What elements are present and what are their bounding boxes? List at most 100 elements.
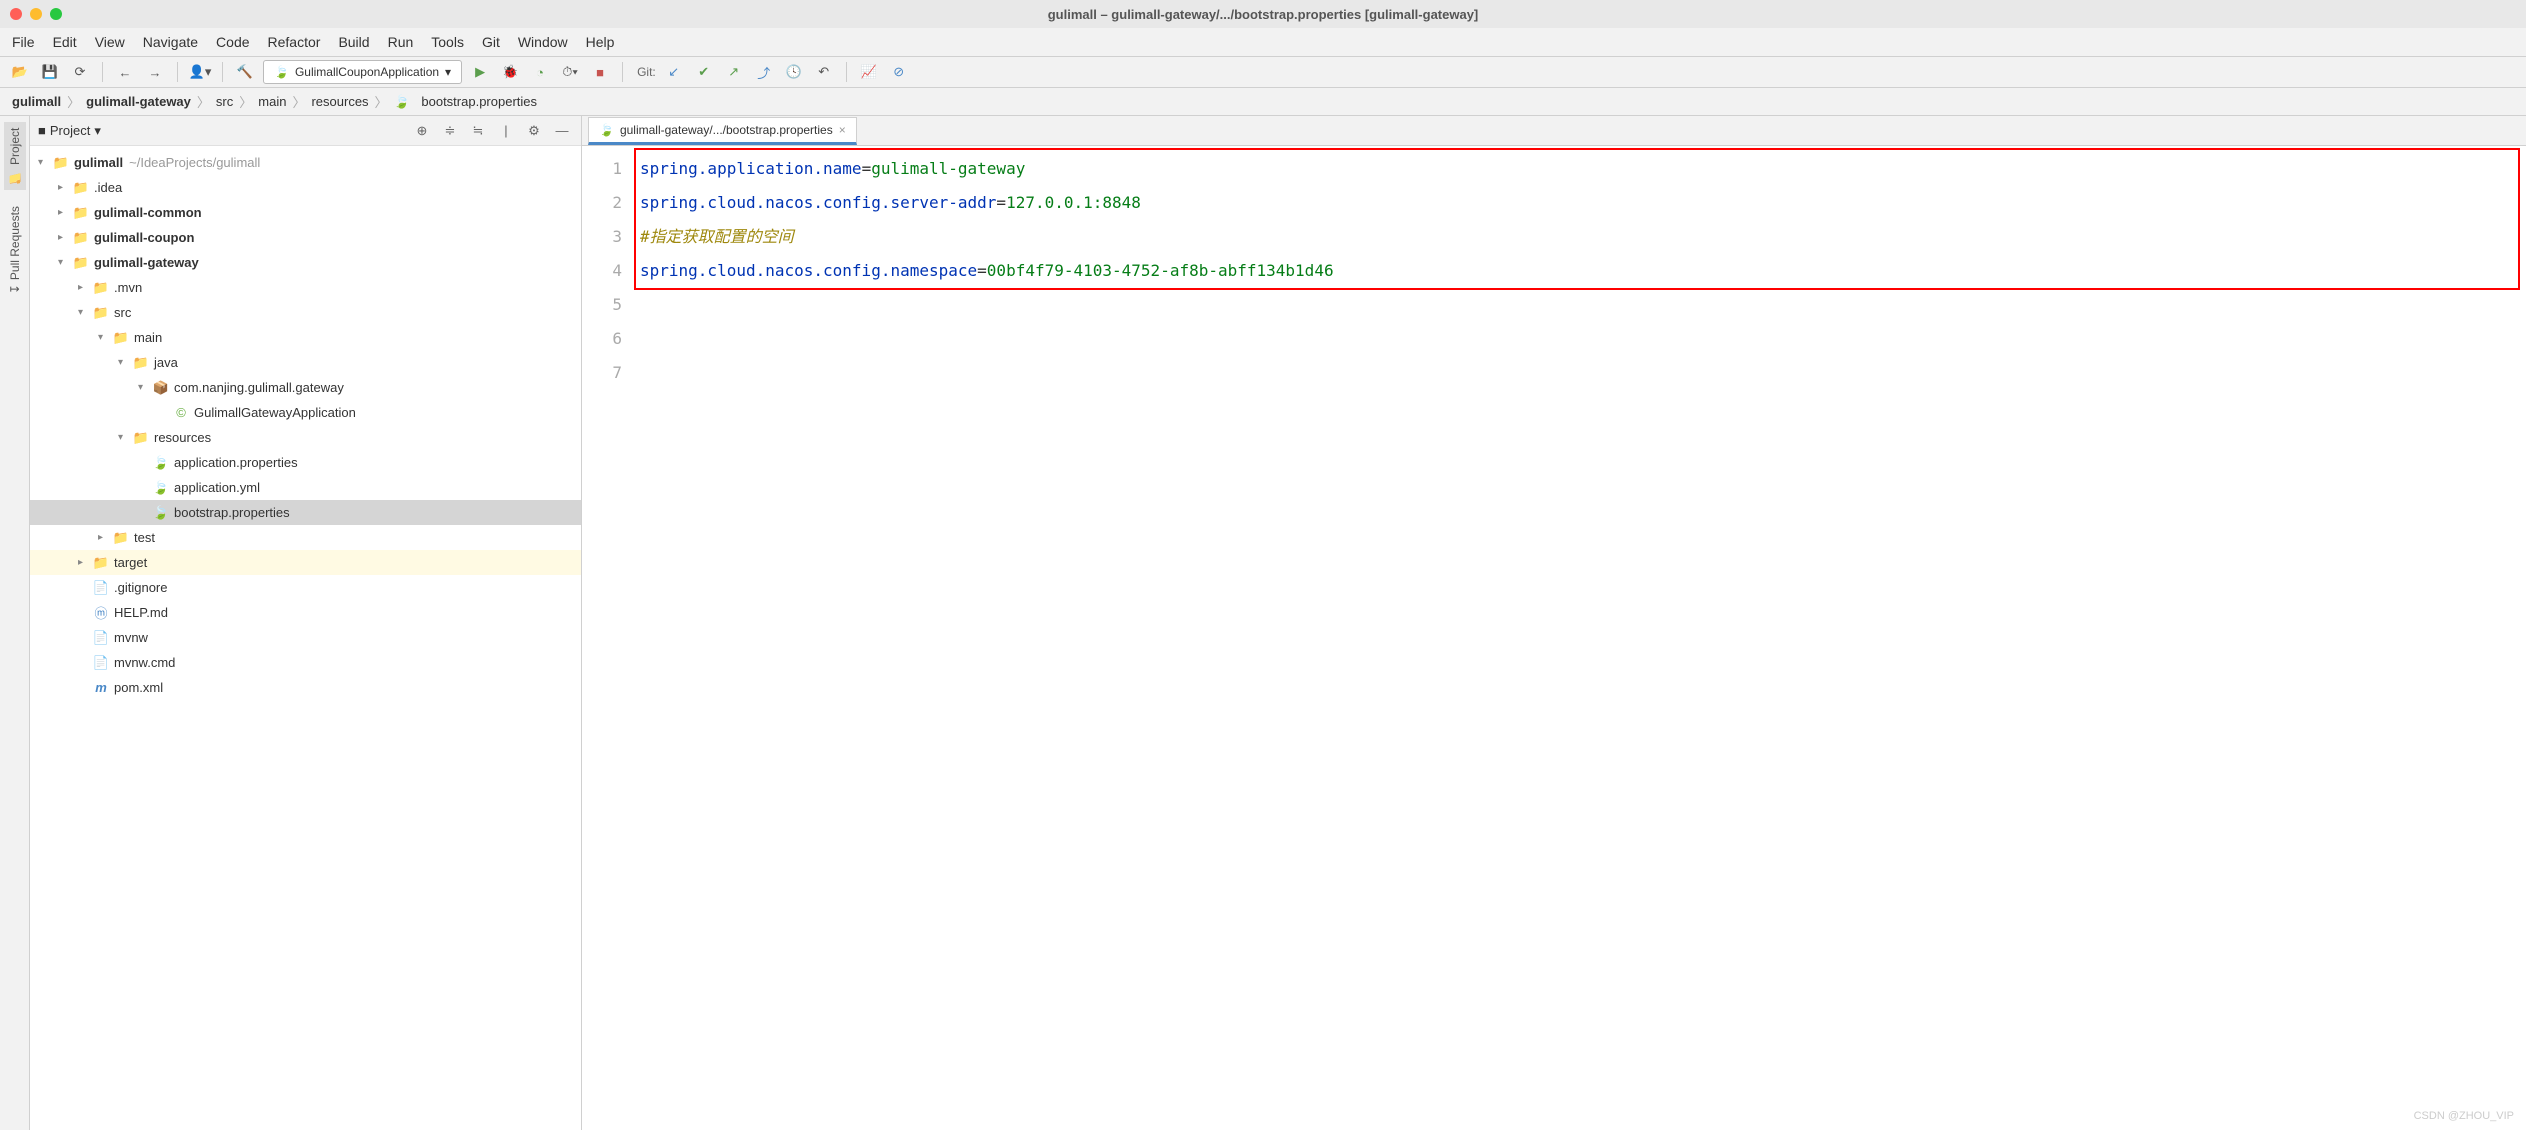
sidebar-title[interactable]: ■ Project ▾ xyxy=(38,123,101,139)
debug-icon[interactable]: 🐞 xyxy=(498,60,522,84)
tree-package[interactable]: ▾📦com.nanjing.gulimall.gateway xyxy=(30,375,581,400)
minimize-icon[interactable]: — xyxy=(551,120,573,142)
forward-icon[interactable]: → xyxy=(143,60,167,84)
project-sidebar: ■ Project ▾ ⊕ ≑ ≒ | ⚙ — ▾📁gulimall~/Idea… xyxy=(30,116,582,1130)
main-menu: File Edit View Navigate Code Refactor Bu… xyxy=(0,28,2526,56)
tree-gitignore[interactable]: 📄.gitignore xyxy=(30,575,581,600)
back-icon[interactable]: ← xyxy=(113,60,137,84)
minimize-window-button[interactable] xyxy=(30,8,42,20)
menu-window[interactable]: Window xyxy=(518,34,568,50)
code-line-7[interactable] xyxy=(640,356,2518,390)
tree-mvnw[interactable]: 📄mvnw xyxy=(30,625,581,650)
crumb-main[interactable]: main xyxy=(258,94,286,109)
git-update-icon[interactable]: ⤴ xyxy=(752,60,776,84)
tree-appprop[interactable]: 🍃application.properties xyxy=(30,450,581,475)
close-tab-icon[interactable]: × xyxy=(839,123,846,137)
open-icon[interactable]: 📂 xyxy=(8,60,32,84)
menu-run[interactable]: Run xyxy=(388,34,414,50)
crumb-src[interactable]: src xyxy=(216,94,233,109)
stop-icon[interactable]: ■ xyxy=(588,60,612,84)
rollback-icon[interactable]: ↶ xyxy=(812,60,836,84)
not-allowed-icon[interactable]: ⊘ xyxy=(887,60,911,84)
run-config-selector[interactable]: 🍃 GulimallCouponApplication ▾ xyxy=(263,60,462,84)
tree-test[interactable]: ▸📁test xyxy=(30,525,581,550)
code-editor[interactable]: 1 2 3 4 5 6 7 spring.application.name=gu… xyxy=(582,146,2526,1130)
tree-appyml[interactable]: 🍃application.yml xyxy=(30,475,581,500)
code-line-4[interactable]: spring.cloud.nacos.config.namespace=00bf… xyxy=(640,254,2518,288)
tree-app-class[interactable]: ©GulimallGatewayApplication xyxy=(30,400,581,425)
tree-mvn[interactable]: ▸📁.mvn xyxy=(30,275,581,300)
tree-java[interactable]: ▾📁java xyxy=(30,350,581,375)
editor-tabs: 🍃 gulimall-gateway/.../bootstrap.propert… xyxy=(582,116,2526,146)
menu-edit[interactable]: Edit xyxy=(53,34,77,50)
tree-bootstrap[interactable]: 🍃bootstrap.properties xyxy=(30,500,581,525)
tree-gateway[interactable]: ▾📁gulimall-gateway xyxy=(30,250,581,275)
code-line-1[interactable]: spring.application.name=gulimall-gateway xyxy=(640,152,2518,186)
crumb-file[interactable]: 🍃 bootstrap.properties xyxy=(394,94,537,110)
menu-build[interactable]: Build xyxy=(338,34,369,50)
git-pull-icon[interactable]: ↙ xyxy=(662,60,686,84)
tree-main[interactable]: ▾📁main xyxy=(30,325,581,350)
menu-tools[interactable]: Tools xyxy=(431,34,464,50)
tree-mvnwcmd[interactable]: 📄mvnw.cmd xyxy=(30,650,581,675)
editor-tab-bootstrap[interactable]: 🍃 gulimall-gateway/.../bootstrap.propert… xyxy=(588,117,857,145)
menu-navigate[interactable]: Navigate xyxy=(143,34,198,50)
save-icon[interactable]: 💾 xyxy=(38,60,62,84)
menu-git[interactable]: Git xyxy=(482,34,500,50)
build-hammer-icon[interactable]: 🔨 xyxy=(233,60,257,84)
code-line-3[interactable]: #指定获取配置的空间 xyxy=(640,220,2518,254)
menu-view[interactable]: View xyxy=(95,34,125,50)
gutter-tab-project[interactable]: 📁 Project xyxy=(4,122,26,190)
crumb-project[interactable]: gulimall xyxy=(12,94,61,109)
editor-pane: 🍃 gulimall-gateway/.../bootstrap.propert… xyxy=(582,116,2526,1130)
locate-icon[interactable]: ⊕ xyxy=(411,120,433,142)
git-label: Git: xyxy=(637,65,656,79)
chart-icon[interactable]: 📈 xyxy=(857,60,881,84)
menu-refactor[interactable]: Refactor xyxy=(268,34,321,50)
tab-label: gulimall-gateway/.../bootstrap.propertie… xyxy=(620,123,833,137)
tree-idea[interactable]: ▸📁.idea xyxy=(30,175,581,200)
crumb-module[interactable]: gulimall-gateway xyxy=(86,94,191,109)
run-icon[interactable]: ▶ xyxy=(468,60,492,84)
project-tree[interactable]: ▾📁gulimall~/IdeaProjects/gulimall ▸📁.ide… xyxy=(30,146,581,1130)
crumb-resources[interactable]: resources xyxy=(311,94,368,109)
git-commit-icon[interactable]: ✔ xyxy=(692,60,716,84)
refresh-icon[interactable]: ⟳ xyxy=(68,60,92,84)
code-line-5[interactable] xyxy=(640,288,2518,322)
git-push-icon[interactable]: ↗ xyxy=(722,60,746,84)
close-window-button[interactable] xyxy=(10,8,22,20)
menu-help[interactable]: Help xyxy=(586,34,615,50)
tree-common[interactable]: ▸📁gulimall-common xyxy=(30,200,581,225)
tree-target[interactable]: ▸📁target xyxy=(30,550,581,575)
menu-file[interactable]: File xyxy=(12,34,35,50)
leaf-icon: 🍃 xyxy=(599,123,614,137)
breadcrumb: gulimall 〉 gulimall-gateway 〉 src 〉 main… xyxy=(0,88,2526,116)
chevron-down-icon: ▾ xyxy=(445,65,451,79)
code-line-6[interactable] xyxy=(640,322,2518,356)
profile-icon[interactable]: 👤▾ xyxy=(188,60,212,84)
history-icon[interactable]: 🕓 xyxy=(782,60,806,84)
sidebar-header: ■ Project ▾ ⊕ ≑ ≒ | ⚙ — xyxy=(30,116,581,146)
gear-icon[interactable]: ⚙ xyxy=(523,120,545,142)
line-numbers: 1 2 3 4 5 6 7 xyxy=(582,146,632,1130)
tree-help[interactable]: ⓜHELP.md xyxy=(30,600,581,625)
coverage-icon[interactable]: ◔ xyxy=(528,60,552,84)
tree-coupon[interactable]: ▸📁gulimall-coupon xyxy=(30,225,581,250)
tree-resources[interactable]: ▾📁resources xyxy=(30,425,581,450)
expand-all-icon[interactable]: ≑ xyxy=(439,120,461,142)
tree-root[interactable]: ▾📁gulimall~/IdeaProjects/gulimall xyxy=(30,150,581,175)
tree-pom[interactable]: mpom.xml xyxy=(30,675,581,700)
maximize-window-button[interactable] xyxy=(50,8,62,20)
main-toolbar: 📂 💾 ⟳ ← → 👤▾ 🔨 🍃 GulimallCouponApplicati… xyxy=(0,56,2526,88)
collapse-all-icon[interactable]: ≒ xyxy=(467,120,489,142)
watermark: CSDN @ZHOU_VIP xyxy=(2414,1110,2514,1122)
gutter-tab-pullrequests[interactable]: ↧ Pull Requests xyxy=(4,200,26,300)
code-line-2[interactable]: spring.cloud.nacos.config.server-addr=12… xyxy=(640,186,2518,220)
spring-icon: 🍃 xyxy=(274,65,289,79)
profiler-icon[interactable]: ⏱▾ xyxy=(558,60,582,84)
divider: | xyxy=(495,120,517,142)
left-gutter: 📁 Project ↧ Pull Requests xyxy=(0,116,30,1130)
code-lines[interactable]: spring.application.name=gulimall-gateway… xyxy=(632,146,2526,1130)
tree-src[interactable]: ▾📁src xyxy=(30,300,581,325)
menu-code[interactable]: Code xyxy=(216,34,249,50)
